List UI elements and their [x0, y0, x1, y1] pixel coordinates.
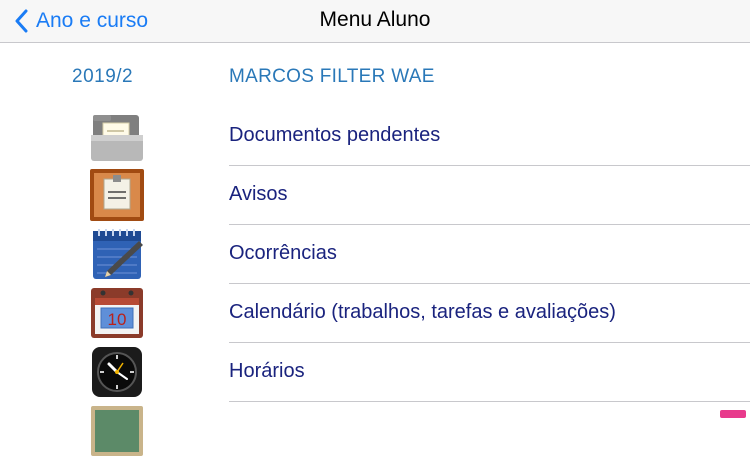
academic-year: 2019/2	[72, 66, 134, 87]
back-button[interactable]: Ano e curso	[14, 0, 148, 42]
menu-item-horarios[interactable]: Horários	[0, 343, 750, 402]
chalkboard-icon	[91, 406, 143, 456]
navigation-bar: Ano e curso Menu Aluno	[0, 0, 750, 43]
menu-item-documentos-pendentes[interactable]: Documentos pendentes	[0, 107, 750, 166]
menu-item-label: Ocorrências	[229, 242, 337, 264]
chevron-left-icon	[15, 9, 28, 33]
menu-item-label: Avisos	[229, 183, 288, 205]
clock-icon	[92, 347, 142, 397]
menu-item-label: Horários	[229, 360, 305, 382]
svg-text:10: 10	[108, 310, 127, 329]
menu-item-label: Documentos pendentes	[229, 124, 441, 146]
menu-item-partial[interactable]	[0, 402, 750, 461]
menu-item-calendario[interactable]: 10 Calendário (trabalhos, tarefas e aval…	[0, 284, 750, 343]
student-name: MARCOS FILTER WAE	[229, 66, 435, 87]
back-button-label: Ano e curso	[36, 9, 149, 32]
watermark-badge	[720, 410, 746, 418]
notebook-pencil-icon	[93, 229, 143, 279]
menu-item-label: Calendário (trabalhos, tarefas e avaliaç…	[229, 301, 616, 323]
menu-item-avisos[interactable]: Avisos	[0, 166, 750, 225]
calendar-icon: 10	[91, 288, 143, 338]
menu-item-ocorrencias[interactable]: Ocorrências	[0, 225, 750, 284]
folder-documents-icon	[91, 115, 143, 161]
student-info-row: 2019/2 MARCOS FILTER WAE	[0, 62, 750, 98]
bulletin-board-icon	[90, 169, 144, 221]
